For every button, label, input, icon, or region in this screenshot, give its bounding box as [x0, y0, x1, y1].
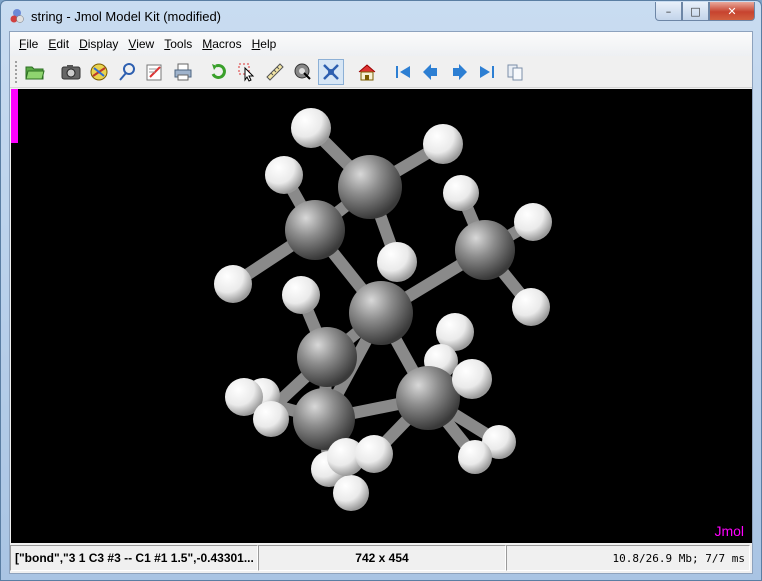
title-bar[interactable]: string - Jmol Model Kit (modified) – □ ✕	[1, 1, 761, 31]
camera-icon[interactable]	[58, 59, 84, 85]
povray-icon[interactable]	[86, 59, 112, 85]
menu-bar: File Edit Display View Tools Macros Help	[10, 32, 752, 56]
menu-edit-label: dit	[56, 37, 70, 51]
hydrogen-atom	[253, 401, 289, 437]
molecule-viewer[interactable]: Jmol	[11, 89, 752, 543]
menu-help-label: elp	[260, 37, 277, 51]
hydrogen-atom	[265, 156, 303, 194]
ruler-icon[interactable]	[262, 59, 288, 85]
carbon-atom	[349, 281, 413, 345]
status-memory-timing: 10.8/26.9 Mb; 7/7 ms	[506, 545, 750, 571]
hydrogen-atom	[291, 108, 331, 148]
menu-display-label: isplay	[87, 37, 119, 51]
carbon-atom	[297, 327, 357, 387]
status-bar: ["bond","3 1 C3 #3 -- C1 #1 1.5",-0.4330…	[10, 544, 752, 573]
carbon-atom	[338, 155, 402, 219]
menu-tools[interactable]: Tools	[159, 37, 197, 51]
open-folder-icon[interactable]	[22, 59, 48, 85]
minimize-button[interactable]: –	[655, 2, 682, 21]
menu-macros-mnemonic: M	[202, 37, 213, 51]
close-button[interactable]: ✕	[709, 2, 755, 21]
model-kit-icon[interactable]	[318, 58, 344, 85]
client-area: File Edit Display View Tools Macros Help	[9, 31, 753, 574]
hydrogen-atom	[423, 124, 463, 164]
menu-edit[interactable]: Edit	[43, 37, 74, 51]
previous-frame-icon[interactable]	[418, 59, 444, 85]
menu-view[interactable]: View	[123, 37, 159, 51]
carbon-atoms	[285, 155, 515, 450]
menu-display[interactable]: Display	[74, 37, 123, 51]
menu-display-mnemonic: D	[79, 37, 88, 51]
hydrogen-atom	[452, 359, 492, 399]
home-icon[interactable]	[354, 59, 380, 85]
menu-help-mnemonic: H	[251, 37, 261, 51]
window-controls: – □ ✕	[655, 2, 755, 21]
menu-macros-label: acros	[212, 37, 242, 51]
hydrogen-atom	[355, 435, 393, 473]
toolbar	[10, 56, 752, 88]
hydrogen-atom	[333, 475, 369, 511]
hydrogen-atom	[514, 203, 552, 241]
hydrogen-atom	[282, 276, 320, 314]
jmol-app-icon[interactable]	[9, 8, 25, 24]
print-icon[interactable]	[170, 59, 196, 85]
window-title: string - Jmol Model Kit (modified)	[31, 8, 221, 24]
jmol-window: string - Jmol Model Kit (modified) – □ ✕…	[0, 0, 762, 581]
pick-center-icon[interactable]	[290, 59, 316, 85]
next-frame-icon[interactable]	[446, 59, 472, 85]
jmol-watermark: Jmol	[714, 523, 744, 539]
first-frame-icon[interactable]	[390, 59, 416, 85]
maximize-button[interactable]: □	[682, 2, 709, 21]
select-pointer-icon[interactable]	[234, 59, 260, 85]
rotate-icon[interactable]	[206, 59, 232, 85]
hydrogen-atom	[458, 440, 492, 474]
hydrogen-atom	[443, 175, 479, 211]
carbon-atom	[285, 200, 345, 260]
selection-indicator-bar	[11, 89, 18, 143]
hydrogen-atom	[214, 265, 252, 303]
status-pick-info: ["bond","3 1 C3 #3 -- C1 #1 1.5",-0.4330…	[10, 545, 258, 571]
carbon-atom	[396, 366, 460, 430]
copy-frames-icon[interactable]	[502, 59, 528, 85]
menu-view-label: iew	[136, 37, 155, 51]
hydrogen-atom	[377, 242, 417, 282]
molecule-render[interactable]	[11, 89, 752, 543]
hydrogen-atoms-front	[225, 242, 516, 511]
status-dimensions: 742 x 454	[258, 545, 506, 571]
menu-file-label: ile	[26, 37, 39, 51]
measure-probe-icon[interactable]	[114, 59, 140, 85]
hydrogen-atom	[512, 288, 550, 326]
last-frame-icon[interactable]	[474, 59, 500, 85]
menu-help[interactable]: Help	[247, 37, 282, 51]
toolbar-grip[interactable]	[14, 59, 18, 84]
menu-tools-label: ools	[170, 37, 193, 51]
editor-icon[interactable]	[142, 59, 168, 85]
menu-macros[interactable]: Macros	[197, 37, 246, 51]
menu-file[interactable]: File	[14, 37, 43, 51]
carbon-atom	[455, 220, 515, 280]
